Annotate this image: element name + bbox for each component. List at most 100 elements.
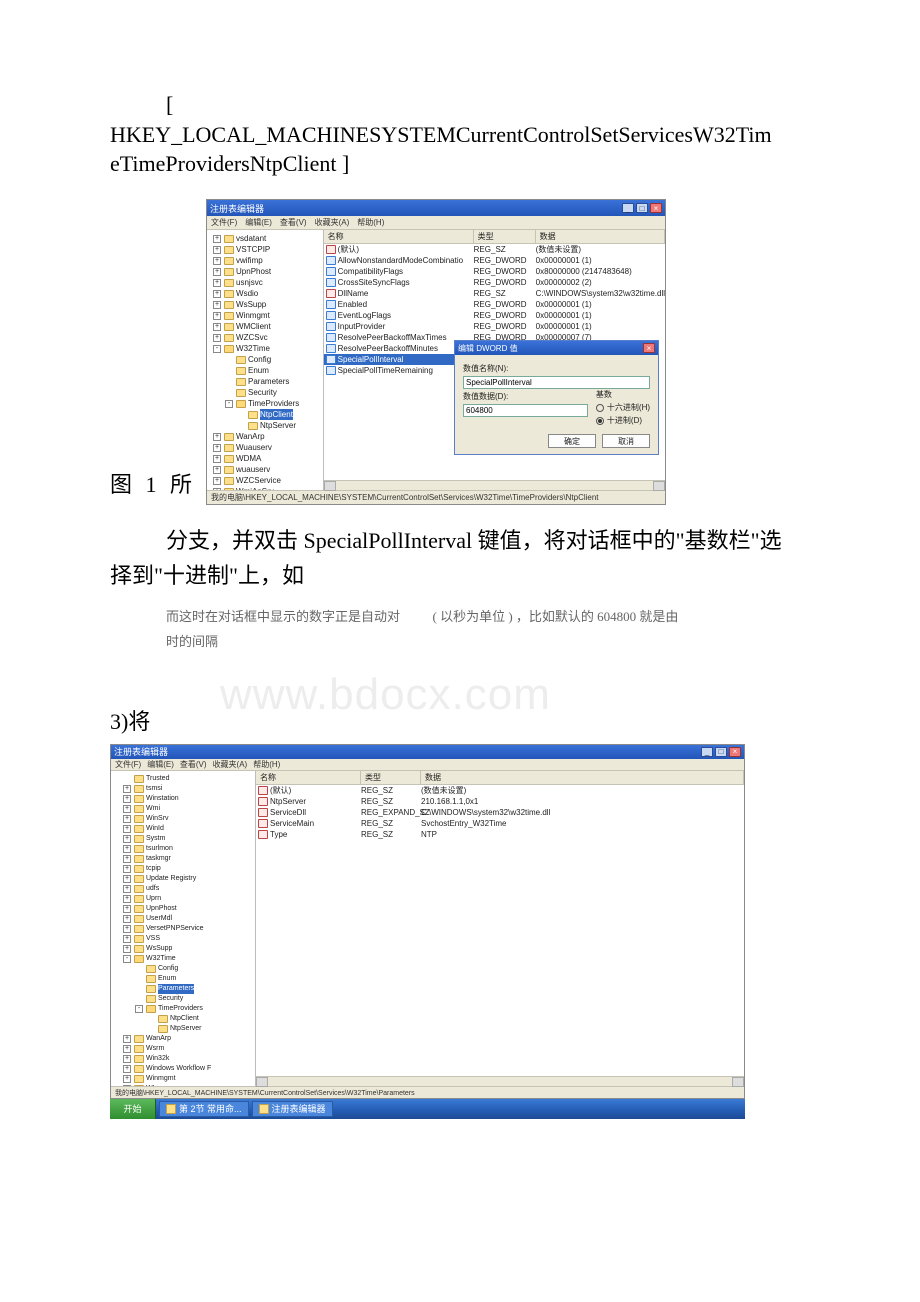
table-row[interactable]: (默认)REG_SZ(数值未设置)	[324, 244, 665, 255]
tree-item[interactable]: +UpnPhost	[209, 266, 321, 277]
tree-item[interactable]: Enum	[113, 974, 253, 984]
tree-item[interactable]: +Systm	[113, 834, 253, 844]
expand-icon[interactable]: -	[213, 345, 221, 353]
tree-item[interactable]: +VSTCPIP	[209, 244, 321, 255]
tree-item[interactable]: +Windows Workflow F	[113, 1064, 253, 1074]
table-row[interactable]: ServiceMainREG_SZSvchostEntry_W32Time	[256, 818, 744, 829]
tree-item[interactable]: +WinId	[113, 824, 253, 834]
menu-file[interactable]: 文件(F)	[115, 759, 141, 770]
expand-icon[interactable]: +	[213, 246, 221, 254]
ok-button[interactable]: 确定	[548, 434, 596, 448]
tree-item[interactable]: Parameters	[209, 376, 321, 387]
expand-icon[interactable]: +	[123, 1055, 131, 1063]
cancel-button[interactable]: 取消	[602, 434, 650, 448]
menu-help[interactable]: 帮助(H)	[253, 759, 280, 770]
expand-icon[interactable]: +	[213, 279, 221, 287]
tree-item[interactable]: +Winmgmt	[113, 1074, 253, 1084]
tree-item[interactable]: Enum	[209, 365, 321, 376]
tree-item[interactable]: +wuauserv	[209, 464, 321, 475]
tree-item[interactable]: +WDMA	[209, 453, 321, 464]
tree-item[interactable]: +Wmi	[113, 804, 253, 814]
tree-item[interactable]: +UpnPhost	[113, 904, 253, 914]
expand-icon[interactable]: +	[213, 488, 221, 491]
taskbar-item-2[interactable]: 注册表编辑器	[252, 1101, 333, 1117]
expand-icon[interactable]: +	[213, 268, 221, 276]
tree-item[interactable]: +vwifimp	[209, 255, 321, 266]
expand-icon[interactable]: +	[123, 875, 131, 883]
tree-item[interactable]: +WmiApSrv	[209, 486, 321, 490]
table-row[interactable]: NtpServerREG_SZ210.168.1.1,0x1	[256, 796, 744, 807]
tree-item[interactable]: +WinSrv	[113, 814, 253, 824]
menu-edit[interactable]: 编辑(E)	[147, 759, 174, 770]
horizontal-scrollbar[interactable]	[256, 1076, 744, 1086]
tree-item[interactable]: +vsdatant	[209, 233, 321, 244]
tree-item[interactable]: +WanArp	[113, 1034, 253, 1044]
expand-icon[interactable]: +	[213, 466, 221, 474]
registry-tree[interactable]: +vsdatant+VSTCPIP+vwifimp+UpnPhost+usnjs…	[207, 230, 324, 490]
table-row[interactable]: (默认)REG_SZ(数值未设置)	[256, 785, 744, 796]
table-row[interactable]: AllowNonstandardModeCombinatioREG_DWORD0…	[324, 255, 665, 266]
tree-item[interactable]: NtpClient	[113, 1014, 253, 1024]
tree-item[interactable]: +Win32k	[113, 1054, 253, 1064]
tree-item[interactable]: Parameters	[113, 984, 253, 994]
menu-view[interactable]: 查看(V)	[280, 217, 307, 228]
expand-icon[interactable]: +	[213, 444, 221, 452]
tree-item[interactable]: NtpServer	[209, 420, 321, 431]
expand-icon[interactable]: +	[213, 323, 221, 331]
expand-icon[interactable]: +	[213, 290, 221, 298]
expand-icon[interactable]: +	[123, 945, 131, 953]
horizontal-scrollbar[interactable]	[324, 480, 665, 490]
table-row[interactable]: EnabledREG_DWORD0x00000001 (1)	[324, 299, 665, 310]
tree-item[interactable]: +Update Registry	[113, 874, 253, 884]
menu-file[interactable]: 文件(F)	[211, 217, 237, 228]
expand-icon[interactable]: +	[123, 855, 131, 863]
tree-item[interactable]: +Winmgmt	[209, 310, 321, 321]
tree-item[interactable]: Security	[209, 387, 321, 398]
tree-item[interactable]: +Wuauserv	[209, 442, 321, 453]
value-data-input[interactable]	[463, 404, 588, 417]
expand-icon[interactable]: +	[123, 815, 131, 823]
expand-icon[interactable]: +	[123, 1075, 131, 1083]
menu-fav[interactable]: 收藏夹(A)	[315, 217, 350, 228]
tree-item[interactable]: +WanArp	[209, 431, 321, 442]
tree-item[interactable]: +VersetPNPService	[113, 924, 253, 934]
tree-item[interactable]: +Winstation	[113, 794, 253, 804]
tree-item[interactable]: NtpServer	[113, 1024, 253, 1034]
scroll-right-icon[interactable]	[653, 481, 665, 491]
scroll-left-icon[interactable]	[324, 481, 336, 491]
table-row[interactable]: CrossSiteSyncFlagsREG_DWORD0x00000002 (2…	[324, 277, 665, 288]
expand-icon[interactable]: +	[123, 805, 131, 813]
tree-item[interactable]: -TimeProviders	[113, 1004, 253, 1014]
tree-item[interactable]: +tsmsi	[113, 784, 253, 794]
radix-dec-radio[interactable]: 十进制(D)	[596, 415, 650, 426]
registry-values-list[interactable]: 名称 类型 数据 (默认)REG_SZ(数值未设置)NtpServerREG_S…	[256, 771, 744, 1086]
expand-icon[interactable]: +	[213, 455, 221, 463]
expand-icon[interactable]: +	[123, 795, 131, 803]
expand-icon[interactable]: +	[213, 477, 221, 485]
tree-item[interactable]: +WZCService	[209, 475, 321, 486]
expand-icon[interactable]: +	[123, 1035, 131, 1043]
tree-item[interactable]: +tcpip	[113, 864, 253, 874]
tree-item[interactable]: -W32Time	[113, 954, 253, 964]
taskbar-item-1[interactable]: 第 2节 常用命...	[159, 1101, 249, 1117]
expand-icon[interactable]: +	[213, 235, 221, 243]
table-row[interactable]: ServiceDllREG_EXPAND_SZC:\WINDOWS\system…	[256, 807, 744, 818]
tree-item[interactable]: Config	[209, 354, 321, 365]
registry-tree[interactable]: Trusted+tsmsi+Winstation+Wmi+WinSrv+WinI…	[111, 771, 256, 1086]
tree-item[interactable]: +VSS	[113, 934, 253, 944]
tree-item[interactable]: +WMClient	[209, 321, 321, 332]
tree-item[interactable]: +usnjsvc	[209, 277, 321, 288]
expand-icon[interactable]: -	[135, 1005, 143, 1013]
tree-item[interactable]: +UserMdl	[113, 914, 253, 924]
tree-item[interactable]: +taskmgr	[113, 854, 253, 864]
table-row[interactable]: DllNameREG_SZC:\WINDOWS\system32\w32time…	[324, 288, 665, 299]
maximize-button[interactable]: □	[715, 747, 727, 757]
expand-icon[interactable]: -	[225, 400, 233, 408]
menu-help[interactable]: 帮助(H)	[357, 217, 384, 228]
close-button[interactable]: ×	[729, 747, 741, 757]
tree-item[interactable]: +udfs	[113, 884, 253, 894]
radix-hex-radio[interactable]: 十六进制(H)	[596, 402, 650, 413]
scroll-left-icon[interactable]	[256, 1077, 268, 1087]
expand-icon[interactable]: +	[123, 925, 131, 933]
expand-icon[interactable]: +	[213, 334, 221, 342]
